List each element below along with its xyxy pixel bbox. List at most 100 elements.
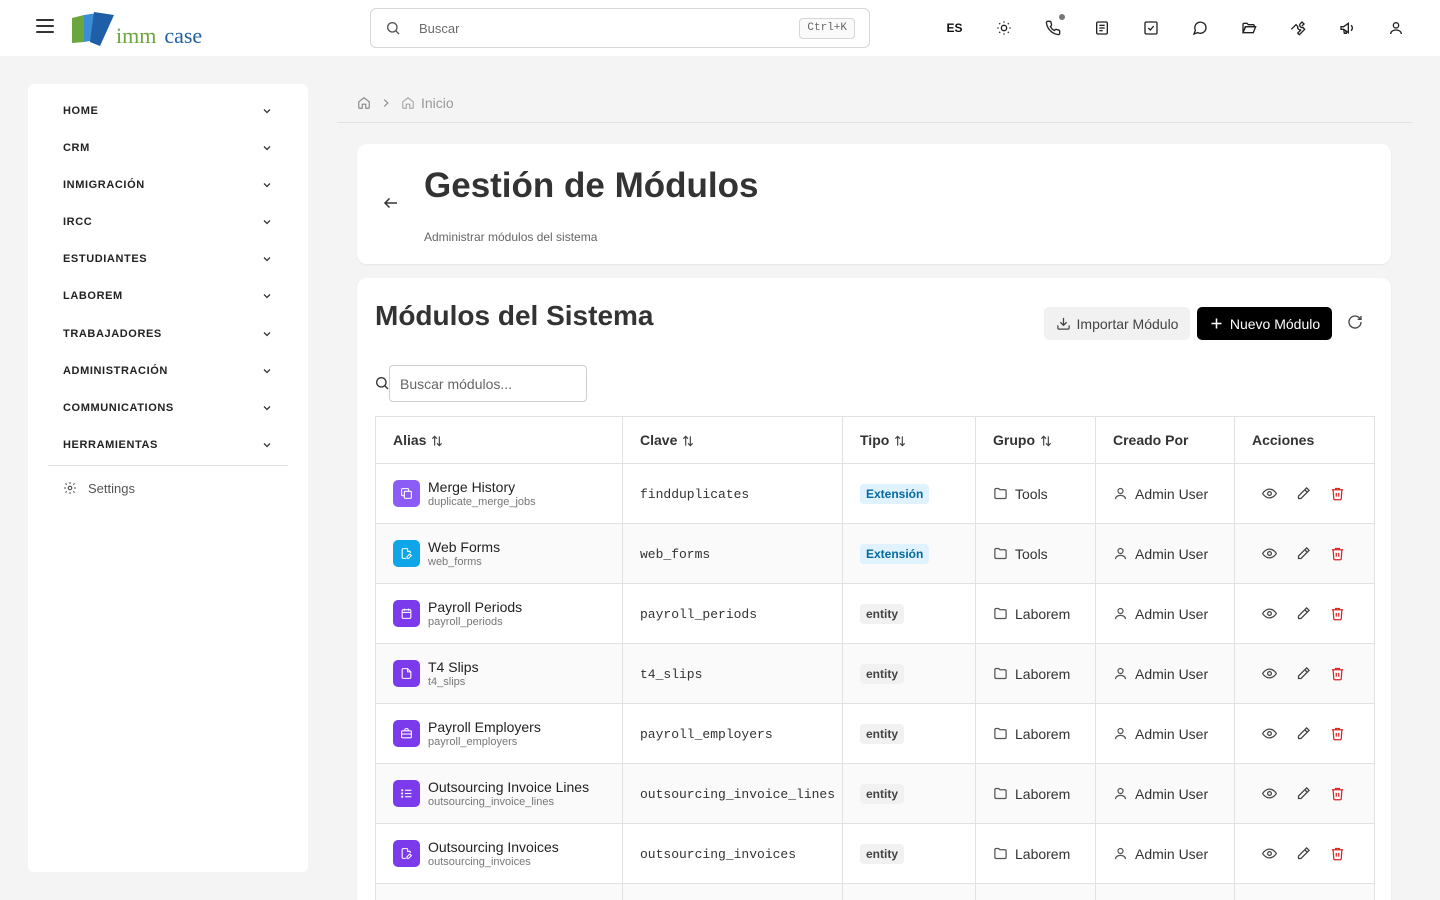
grupo-cell (975, 883, 1096, 900)
top-bar: immcase Ctrl+K ES (0, 0, 1440, 56)
breadcrumb: Inicio (357, 94, 454, 112)
sidebar-item-estudiantes[interactable]: ESTUDIANTES (48, 242, 288, 276)
delete-button[interactable] (1330, 606, 1345, 621)
creator-name: Admin User (1135, 725, 1209, 742)
acciones-cell (1234, 763, 1375, 824)
profile-button[interactable] (1371, 8, 1420, 48)
edit-button[interactable] (1296, 786, 1311, 801)
sort-icon (683, 435, 694, 447)
delete-button[interactable] (1330, 666, 1345, 681)
language-button[interactable]: ES (930, 8, 979, 48)
sidebar-item-herramientas[interactable]: HERRAMIENTAS (48, 428, 288, 462)
sidebar-item-crm[interactable]: CRM (48, 131, 288, 165)
tools-button[interactable] (1273, 8, 1322, 48)
edit-button[interactable] (1296, 666, 1311, 681)
view-button[interactable] (1262, 726, 1277, 741)
column-grupo[interactable]: Grupo (975, 416, 1096, 464)
table-row[interactable]: Merge History duplicate_merge_jobs finddup… (375, 463, 1375, 524)
edit-button[interactable] (1296, 606, 1311, 621)
file-icon (401, 668, 412, 679)
folder-open-icon (1241, 22, 1257, 34)
table-row[interactable]: Payroll Periods payroll_periods payroll_pe… (375, 583, 1375, 644)
delete-button[interactable] (1330, 846, 1345, 861)
global-search[interactable]: Ctrl+K (370, 8, 870, 48)
sidebar-item-communications[interactable]: COMMUNICATIONS (48, 391, 288, 425)
sidebar-item-administracion[interactable]: ADMINISTRACIÓN (48, 354, 288, 388)
acciones-cell (1234, 463, 1375, 524)
grupo-cell: Laborem (975, 643, 1096, 704)
trash-icon (1331, 547, 1344, 561)
import-module-button[interactable]: Importar Módulo (1044, 307, 1190, 340)
clave-cell: findduplicates (622, 463, 843, 524)
module-table-name: t4_slips (428, 675, 466, 688)
menu-icon[interactable] (36, 19, 54, 33)
view-button[interactable] (1262, 486, 1277, 501)
theme-button[interactable] (979, 8, 1028, 48)
refresh-icon[interactable] (1347, 314, 1363, 330)
eye-icon (1262, 788, 1277, 799)
app-logo[interactable]: imm case (70, 10, 220, 48)
briefcase-icon (401, 728, 412, 739)
folder-icon (994, 727, 1007, 740)
delete-button[interactable] (1330, 546, 1345, 561)
pencil-icon (1297, 726, 1311, 740)
chat-button[interactable] (1175, 8, 1224, 48)
eye-icon (1262, 668, 1277, 679)
column-alias[interactable]: Alias (375, 416, 623, 464)
view-button[interactable] (1262, 786, 1277, 801)
sidebar-item-ircc[interactable]: IRCC (48, 205, 288, 239)
table-row[interactable]: Outsourcing Invoice Lines outsourcing_inv… (375, 763, 1375, 824)
sidebar-item-trabajadores[interactable]: TRABAJADORES (48, 317, 288, 351)
alias-cell: Payroll Employers payroll_employers (375, 703, 623, 764)
folder-icon (994, 547, 1007, 560)
edit-button[interactable] (1296, 546, 1311, 561)
module-search-input[interactable] (389, 365, 587, 402)
delete-button[interactable] (1330, 486, 1345, 501)
table-row[interactable]: T4 Slips t4_slips t4_slips entity Laborem Adm… (375, 643, 1375, 704)
view-button[interactable] (1262, 606, 1277, 621)
folder-icon (994, 667, 1007, 680)
creator-name: Admin User (1135, 785, 1209, 802)
sidebar-item-home[interactable]: HOME (48, 94, 288, 128)
table-row[interactable]: Outsourcing Invoices outsourcing_invoices… (375, 823, 1375, 884)
edit-button[interactable] (1296, 846, 1311, 861)
view-button[interactable] (1262, 846, 1277, 861)
phone-button[interactable] (1028, 8, 1077, 48)
user-icon (1114, 787, 1127, 800)
tipo-cell (842, 883, 976, 900)
pencil-icon (1297, 846, 1311, 860)
breadcrumb-divider (337, 122, 1412, 123)
acciones-cell (1234, 583, 1375, 644)
notes-button[interactable] (1077, 8, 1126, 48)
delete-button[interactable] (1330, 786, 1345, 801)
table-row[interactable]: Web Forms web_forms web_forms Extensión Tool… (375, 523, 1375, 584)
trash-icon (1331, 847, 1344, 861)
view-button[interactable] (1262, 546, 1277, 561)
edit-button[interactable] (1296, 486, 1311, 501)
creado-cell: Admin User (1095, 763, 1235, 824)
column-tipo[interactable]: Tipo (842, 416, 976, 464)
folder-icon (994, 787, 1007, 800)
search-input[interactable] (419, 18, 779, 38)
pencil-icon (1297, 486, 1311, 500)
table-row[interactable]: Payroll Employers payroll_employers payrol… (375, 703, 1375, 764)
tasks-button[interactable] (1126, 8, 1175, 48)
view-button[interactable] (1262, 666, 1277, 681)
module-icon (393, 720, 420, 747)
new-module-button[interactable]: Nuevo Módulo (1197, 307, 1332, 340)
sidebar-item-settings[interactable]: Settings (63, 477, 135, 499)
edit-button[interactable] (1296, 726, 1311, 741)
sidebar-item-laborem[interactable]: LABOREM (48, 279, 288, 313)
column-clave[interactable]: Clave (622, 416, 843, 464)
type-badge: Extensión (860, 543, 930, 564)
plus-icon (1211, 318, 1222, 329)
tasks-icon (1143, 21, 1158, 35)
arrow-left-icon[interactable] (382, 194, 400, 212)
home-icon[interactable] (357, 96, 371, 110)
files-button[interactable] (1224, 8, 1273, 48)
delete-button[interactable] (1330, 726, 1345, 741)
table-row[interactable] (375, 883, 1375, 900)
sidebar-item-inmigracion[interactable]: INMIGRACIÓN (48, 168, 288, 202)
announcements-button[interactable] (1322, 8, 1371, 48)
module-icon (393, 480, 420, 507)
